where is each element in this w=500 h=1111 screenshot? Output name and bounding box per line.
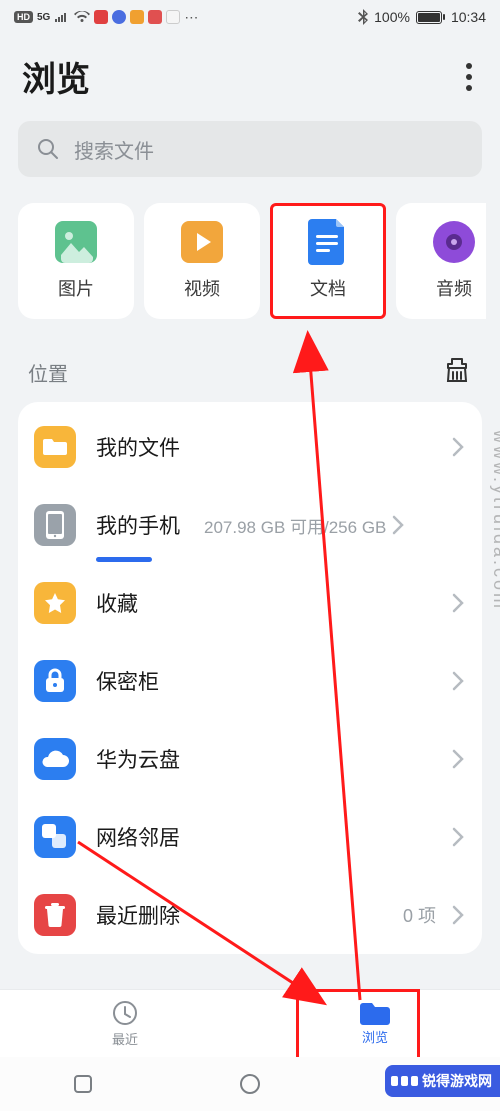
folder-icon [34, 426, 76, 468]
chevron-right-icon [452, 905, 464, 925]
app-icon-5 [166, 10, 180, 24]
phone-icon [34, 504, 76, 546]
row-my-files[interactable]: 我的文件 [18, 408, 482, 486]
chevron-right-icon [452, 593, 464, 613]
section-title-location: 位置 [28, 358, 68, 387]
app-icon-4 [148, 10, 162, 24]
chevron-right-icon [452, 827, 464, 847]
network-type: 5G [37, 12, 50, 23]
battery-percent: 100% [374, 9, 410, 25]
category-label: 音频 [436, 275, 472, 301]
chevron-right-icon [452, 671, 464, 691]
battery-icon [416, 11, 445, 24]
category-label: 文档 [310, 275, 346, 301]
row-recent-deleted[interactable]: 最近删除 0 项 [18, 876, 482, 954]
category-images[interactable]: 图片 [18, 203, 134, 319]
clock-icon [111, 999, 139, 1027]
row-label: 保密柜 [96, 666, 159, 696]
status-bar: HD 5G ⋯ 100% 10:34 [0, 0, 500, 34]
chevron-right-icon [452, 437, 464, 457]
bottomnav-recent[interactable]: 最近 [0, 990, 250, 1057]
signal-icon [54, 11, 70, 23]
document-icon [307, 221, 349, 263]
star-icon [34, 582, 76, 624]
bottomnav-browse[interactable]: 浏览 [250, 990, 500, 1057]
row-my-phone[interactable]: 我的手机 207.98 GB 可用/256 GB [18, 486, 482, 564]
row-favorites[interactable]: 收藏 [18, 564, 482, 642]
gamepad-icon [391, 1076, 418, 1086]
chevron-right-icon [392, 515, 404, 535]
hd-badge: HD [14, 11, 33, 23]
sys-home-icon[interactable] [239, 1073, 261, 1095]
storage-list: 我的文件 我的手机 207.98 GB 可用/256 GB 收藏 保密柜 华为云… [18, 402, 482, 954]
chevron-right-icon [452, 749, 464, 769]
row-label: 收藏 [96, 588, 138, 618]
search-input[interactable]: 搜索文件 [18, 121, 482, 177]
watermark: www.ytruida.com [489, 430, 500, 611]
sys-recent-icon[interactable] [73, 1074, 93, 1094]
app-icon-3 [130, 10, 144, 24]
row-label: 我的手机 [96, 510, 180, 540]
status-more-icon: ⋯ [184, 9, 199, 26]
app-icon-2 [112, 10, 126, 24]
search-placeholder: 搜索文件 [74, 135, 154, 164]
row-label: 华为云盘 [96, 744, 180, 774]
row-vault[interactable]: 保密柜 [18, 642, 482, 720]
storage-free-text: 207.98 GB 可用/256 GB [204, 513, 386, 538]
lock-icon [34, 660, 76, 702]
cleanup-button[interactable] [442, 355, 472, 390]
network-icon [34, 816, 76, 858]
trash-count: 0 项 [403, 902, 436, 928]
video-icon [181, 221, 223, 263]
row-label: 我的文件 [96, 432, 180, 462]
cloud-icon [34, 738, 76, 780]
image-icon [55, 221, 97, 263]
wifi-icon [74, 11, 90, 23]
search-icon [36, 137, 60, 161]
audio-icon [433, 221, 475, 263]
page-title: 浏览 [22, 52, 90, 101]
bottomnav-label: 浏览 [362, 1027, 388, 1046]
bluetooth-icon [358, 9, 368, 25]
category-audio[interactable]: 音频 [396, 203, 486, 319]
site-logo-badge: 锐得游戏网 [385, 1065, 500, 1097]
category-videos[interactable]: 视频 [144, 203, 260, 319]
logo-text: 锐得游戏网 [422, 1071, 492, 1091]
category-row: 图片 视频 文档 音频 [14, 203, 486, 319]
bottomnav-label: 最近 [112, 1029, 138, 1048]
category-documents[interactable]: 文档 [270, 203, 386, 319]
header: 浏览 [0, 34, 500, 121]
row-cloud[interactable]: 华为云盘 [18, 720, 482, 798]
overflow-menu-button[interactable] [460, 57, 478, 97]
row-label: 最近删除 [96, 900, 180, 930]
bottom-nav: 最近 浏览 [0, 989, 500, 1057]
row-network-neighbors[interactable]: 网络邻居 [18, 798, 482, 876]
clock: 10:34 [451, 9, 486, 25]
row-label: 网络邻居 [96, 822, 180, 852]
category-label: 图片 [58, 275, 94, 301]
folder-icon [360, 1001, 390, 1025]
trash-icon [34, 894, 76, 936]
category-label: 视频 [184, 275, 220, 301]
app-icon-1 [94, 10, 108, 24]
